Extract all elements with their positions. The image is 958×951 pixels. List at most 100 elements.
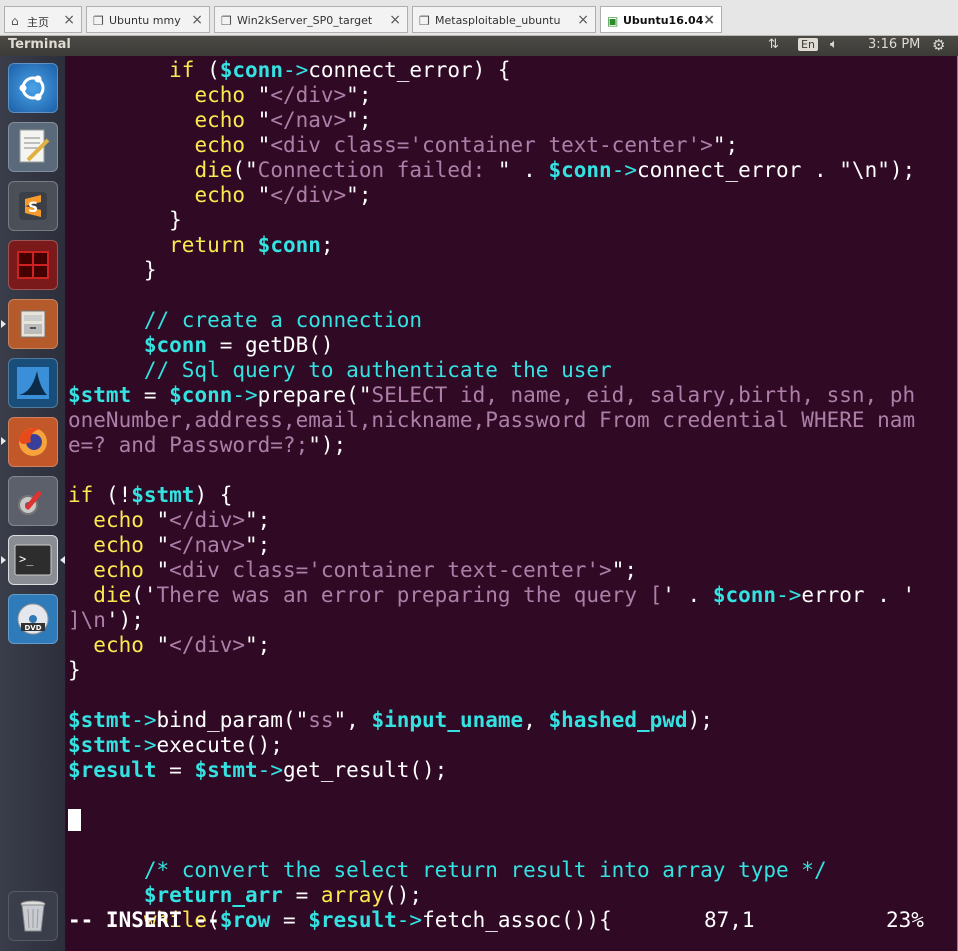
gear-icon[interactable]: ⚙ [932, 36, 945, 54]
file-manager-icon[interactable] [8, 299, 58, 349]
code-token: "; [346, 108, 372, 132]
svg-text:DVD: DVD [24, 624, 41, 632]
keyboard-layout-indicator[interactable]: En [798, 38, 818, 51]
code-token: </div> [169, 633, 246, 657]
close-icon[interactable]: × [703, 12, 715, 28]
code-token: " [143, 533, 170, 557]
terminal-window[interactable]: if ($conn->connect_error) { echo "</div>… [66, 56, 958, 951]
close-icon[interactable]: × [63, 12, 75, 28]
firefox-icon[interactable] [8, 417, 58, 467]
code-token: $stmt [68, 733, 132, 757]
code-token: Connection failed: [257, 158, 498, 182]
code-line: $return_arr = array(); [68, 883, 915, 908]
code-token: $hashed_pwd [548, 708, 688, 732]
tab-ubuntu-mmy[interactable]: ❐ Ubuntu mmy × [86, 6, 210, 33]
code-line: if (!$stmt) { [68, 483, 915, 508]
code-token: <div class='container text-center'> [169, 558, 612, 582]
tab-metasploitable[interactable]: ❐ Metasploitable_ubuntu × [412, 6, 596, 33]
code-token: -> [131, 733, 157, 757]
code-token: $stmt [131, 483, 195, 507]
code-line: if ($conn->connect_error) { [68, 58, 915, 83]
close-icon[interactable]: × [577, 12, 589, 28]
network-icon[interactable]: ⇅ [768, 37, 779, 52]
top-panel: Terminal ⇅ En 🔈︎ 3:16 PM ⚙ [0, 36, 958, 56]
home-icon: ⌂ [11, 14, 19, 28]
code-token: "; [346, 83, 372, 107]
code-token: $stmt [194, 758, 258, 782]
code-token: if [68, 483, 94, 507]
ubuntu-dash-icon[interactable] [8, 63, 58, 113]
code-line: /* convert the select return result into… [68, 858, 915, 883]
sublime-text-icon[interactable]: S [8, 181, 58, 231]
tab-home[interactable]: ⌂ 主页 × [4, 6, 82, 33]
code-token: echo [194, 183, 246, 207]
code-token: echo [93, 558, 144, 582]
code-token: $input_uname [371, 708, 524, 732]
tab-label: Ubuntu mmy [109, 14, 181, 27]
tab-label: Metasploitable_ubuntu [435, 14, 561, 27]
code-token: " [245, 83, 271, 107]
vm-running-icon: ▣ [607, 14, 619, 28]
tab-win2kserver[interactable]: ❐ Win2kServer_SP0_target × [214, 6, 408, 33]
code-token: -> [282, 58, 309, 82]
code-line: $stmt = $conn->prepare("SELECT id, name,… [68, 383, 915, 408]
cursor-position: 87,1 [704, 908, 755, 932]
code-token: } [68, 208, 182, 232]
code-token: "); [308, 433, 347, 457]
code-line: echo "</div>"; [68, 183, 915, 208]
code-token: -> [776, 583, 802, 607]
app-title: Terminal [8, 37, 71, 52]
code-token: -> [131, 708, 157, 732]
terminal-icon[interactable]: >_ [8, 535, 58, 585]
clock[interactable]: 3:16 PM [868, 37, 920, 52]
code-token: ) { [194, 483, 233, 507]
trash-icon[interactable] [8, 891, 58, 941]
code-line: ]\n'); [68, 608, 915, 633]
code-line: echo "</div>"; [68, 83, 915, 108]
code-token: echo [194, 108, 246, 132]
code-line: } [68, 208, 915, 233]
code-token: $conn [712, 583, 777, 607]
system-settings-icon[interactable] [8, 476, 58, 526]
code-token: } [68, 658, 81, 682]
terminator-icon[interactable] [8, 240, 58, 290]
code-line: echo "<div class='container text-center'… [68, 558, 915, 583]
code-token: </nav> [270, 108, 347, 132]
code-token: </nav> [169, 533, 246, 557]
code-token: e=? and Password=?; [68, 433, 309, 457]
code-token: = [282, 883, 321, 907]
tab-ubuntu1604[interactable]: ▣ Ubuntu16.04 × [600, 6, 722, 33]
tab-label: Ubuntu16.04 [623, 14, 704, 27]
wireshark-icon[interactable] [8, 358, 58, 408]
dvd-icon[interactable]: DVD [8, 594, 58, 644]
vm-icon: ❐ [221, 14, 232, 28]
launcher-focused-indicator [60, 556, 65, 564]
code-token: = getDB() [207, 333, 334, 357]
code-line: $conn = getDB() [68, 333, 915, 358]
text-cursor [68, 809, 81, 831]
volume-icon[interactable]: 🔈︎ [830, 37, 838, 52]
text-editor-icon[interactable] [8, 122, 58, 172]
code-token: return [169, 233, 246, 257]
code-token: die [194, 158, 233, 182]
code-token: "); [877, 158, 916, 182]
close-icon[interactable]: × [389, 12, 401, 28]
tab-label: Win2kServer_SP0_target [237, 14, 373, 27]
code-token: echo [93, 633, 144, 657]
code-token: "; [611, 558, 637, 582]
close-icon[interactable]: × [191, 12, 203, 28]
vim-editor-buffer[interactable]: if ($conn->connect_error) { echo "</div>… [68, 58, 915, 933]
svg-text:S: S [28, 200, 38, 216]
code-line: e=? and Password=?;"); [68, 433, 915, 458]
